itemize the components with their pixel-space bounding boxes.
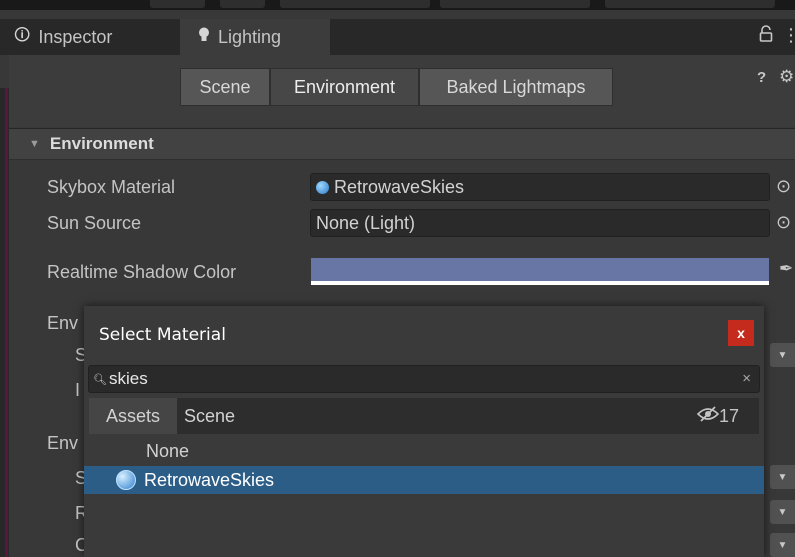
list-item-label: None	[146, 440, 190, 461]
left-edge	[0, 88, 9, 557]
shadow-color-alpha-bar	[311, 281, 769, 285]
window-tab-bar: 🛈 Inspector Lighting ⋮	[0, 19, 795, 55]
tab-lighting-label: Lighting	[218, 26, 282, 47]
partial-label-env: Env	[47, 433, 79, 453]
accent-line	[5, 88, 8, 557]
tab-scene[interactable]: Scene	[180, 68, 270, 106]
partial-label-i: I	[75, 380, 81, 400]
partial-label-env: Env	[47, 313, 79, 333]
realtime-shadow-color-label: Realtime Shadow Color	[47, 262, 237, 282]
clear-search-icon[interactable]: ×	[742, 370, 751, 387]
shadow-color-swatch[interactable]	[311, 258, 769, 283]
hidden-items-toggle[interactable]: 17	[696, 398, 740, 434]
list-item-label: RetrowaveSkies	[144, 469, 275, 490]
dropdown-arrow-icon[interactable]: ▼	[770, 500, 795, 524]
top-strip-segment	[220, 0, 265, 8]
kebab-menu-icon[interactable]: ⋮	[782, 25, 795, 46]
hidden-count: 17	[719, 405, 740, 426]
top-strip-segment	[150, 0, 205, 8]
object-picker-icon[interactable]: ⊙	[776, 212, 791, 233]
gear-icon[interactable]: ⚙	[779, 67, 794, 87]
eyedropper-icon[interactable]: ✒	[779, 259, 793, 279]
skybox-material-field[interactable]: RetrowaveSkies	[310, 173, 770, 201]
sun-source-label: Sun Source	[47, 213, 142, 233]
sun-source-field[interactable]: None (Light)	[310, 209, 770, 237]
window-top-strip	[0, 0, 795, 10]
skybox-material-label: Skybox Material	[47, 177, 176, 197]
dialog-title: Select Material	[99, 325, 226, 345]
material-icon	[116, 470, 136, 490]
foldout-arrow-icon[interactable]: ▼	[29, 138, 40, 150]
top-strip-segment	[440, 0, 590, 8]
object-picker-icon[interactable]: ⊙	[776, 176, 791, 197]
eye-slash-icon	[696, 405, 720, 427]
tab-lighting[interactable]: Lighting	[180, 19, 330, 55]
sun-source-value: None (Light)	[316, 212, 416, 233]
lighting-toolbar: Scene Environment Baked Lightmaps ? ⚙	[9, 55, 795, 127]
section-title: Environment	[49, 134, 154, 153]
dropdown-arrow-icon[interactable]: ▼	[770, 465, 795, 489]
top-strip-segment	[605, 0, 775, 8]
search-input[interactable]: skies	[109, 369, 148, 389]
search-icon: 🔍︎	[93, 373, 107, 386]
tab-assets[interactable]: Assets	[89, 398, 177, 434]
search-field[interactable]: 🔍︎ skies ×	[88, 365, 760, 393]
dialog-tabs: Assets Scene 17	[89, 398, 759, 434]
skybox-material-value: RetrowaveSkies	[334, 176, 465, 197]
help-icon[interactable]: ?	[757, 69, 766, 86]
lightbulb-icon	[198, 27, 210, 48]
dropdown-arrow-icon[interactable]: ▼	[770, 533, 795, 557]
tab-inspector-label: Inspector	[38, 26, 113, 47]
tab-inspector[interactable]: 🛈 Inspector	[0, 19, 172, 55]
list-item-none[interactable]: None	[84, 437, 764, 465]
info-icon: 🛈	[14, 26, 31, 44]
close-button[interactable]: x	[728, 320, 754, 346]
environment-section-header[interactable]: ▼ Environment	[9, 128, 795, 160]
dialog-titlebar[interactable]: Select Material x	[84, 306, 764, 362]
tab-baked-lightmaps[interactable]: Baked Lightmaps	[419, 68, 613, 106]
list-item-retrowave-skies[interactable]: RetrowaveSkies	[84, 466, 764, 494]
select-material-dialog: Select Material x 🔍︎ skies × Assets Scen…	[84, 306, 764, 557]
lock-icon[interactable]	[759, 25, 773, 48]
material-icon	[316, 180, 329, 194]
top-strip-segment	[280, 0, 430, 8]
dropdown-arrow-icon[interactable]: ▼	[770, 343, 795, 367]
tab-environment[interactable]: Environment	[270, 68, 419, 106]
tab-scene-objects[interactable]: Scene	[184, 398, 235, 434]
